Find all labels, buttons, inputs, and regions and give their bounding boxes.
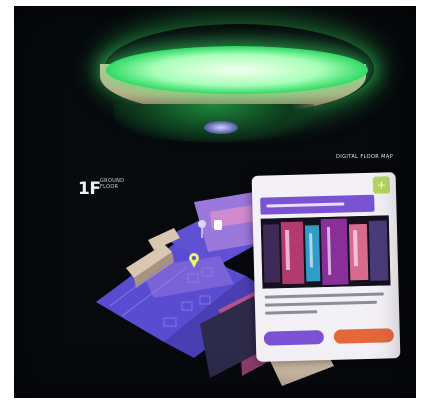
card-title-line [266,202,345,208]
card-button-right[interactable] [333,328,394,344]
card-close-button[interactable]: + [372,176,391,194]
card-description [264,292,390,319]
map-figure [214,220,222,230]
photo: 1F GROUND FLOOR DIGITAL FLOOR MAP + [14,6,416,398]
card-title-bar [260,194,375,215]
card-photo [260,215,391,289]
card-button-left[interactable] [263,330,325,346]
info-card: + [251,172,401,362]
plus-icon: + [376,178,387,192]
